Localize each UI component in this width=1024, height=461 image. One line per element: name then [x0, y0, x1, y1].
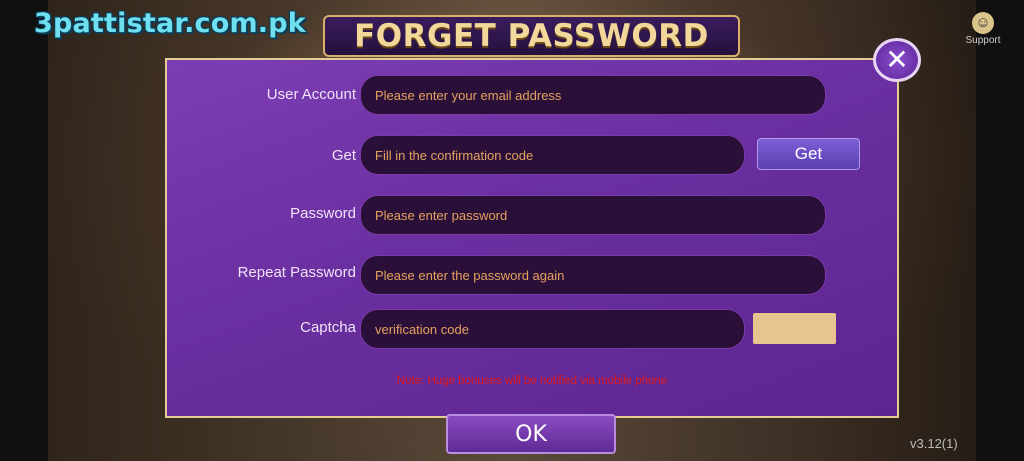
- password-input[interactable]: [373, 206, 825, 224]
- confirmation-code-input[interactable]: [373, 146, 744, 164]
- title-banner: FORGET PASSWORD: [323, 15, 740, 57]
- password-label: Password: [290, 205, 356, 222]
- right-letterbox: [976, 0, 1024, 461]
- captcha-label: Captcha: [300, 319, 356, 336]
- support-headset-icon: ☺: [972, 12, 994, 34]
- password-field[interactable]: [360, 195, 826, 235]
- site-watermark: 3pattistar.com.pk: [34, 8, 306, 39]
- captcha-field[interactable]: [360, 309, 745, 349]
- captcha-input[interactable]: [373, 320, 744, 338]
- close-icon: ✕: [885, 43, 909, 76]
- repeat-password-label: Repeat Password: [237, 264, 356, 281]
- confirmation-code-field[interactable]: [360, 135, 745, 175]
- left-letterbox: [0, 0, 48, 461]
- close-button[interactable]: ✕: [873, 38, 921, 82]
- user-account-field[interactable]: [360, 75, 826, 115]
- bonus-note: Note: Huge bonuses will be notified via …: [396, 375, 668, 387]
- user-account-label: User Account: [266, 86, 356, 103]
- support-button[interactable]: ☺ Support: [956, 12, 1010, 46]
- version-label: v3.12(1): [910, 436, 958, 451]
- repeat-password-input[interactable]: [373, 266, 825, 284]
- ok-button[interactable]: OK: [446, 414, 616, 454]
- captcha-image[interactable]: [753, 313, 836, 344]
- get-code-button[interactable]: Get: [757, 138, 860, 170]
- repeat-password-field[interactable]: [360, 255, 826, 295]
- get-code-label: Get: [331, 147, 356, 164]
- page-title: FORGET PASSWORD: [354, 18, 709, 54]
- support-label: Support: [965, 35, 1001, 46]
- user-account-input[interactable]: [373, 86, 825, 104]
